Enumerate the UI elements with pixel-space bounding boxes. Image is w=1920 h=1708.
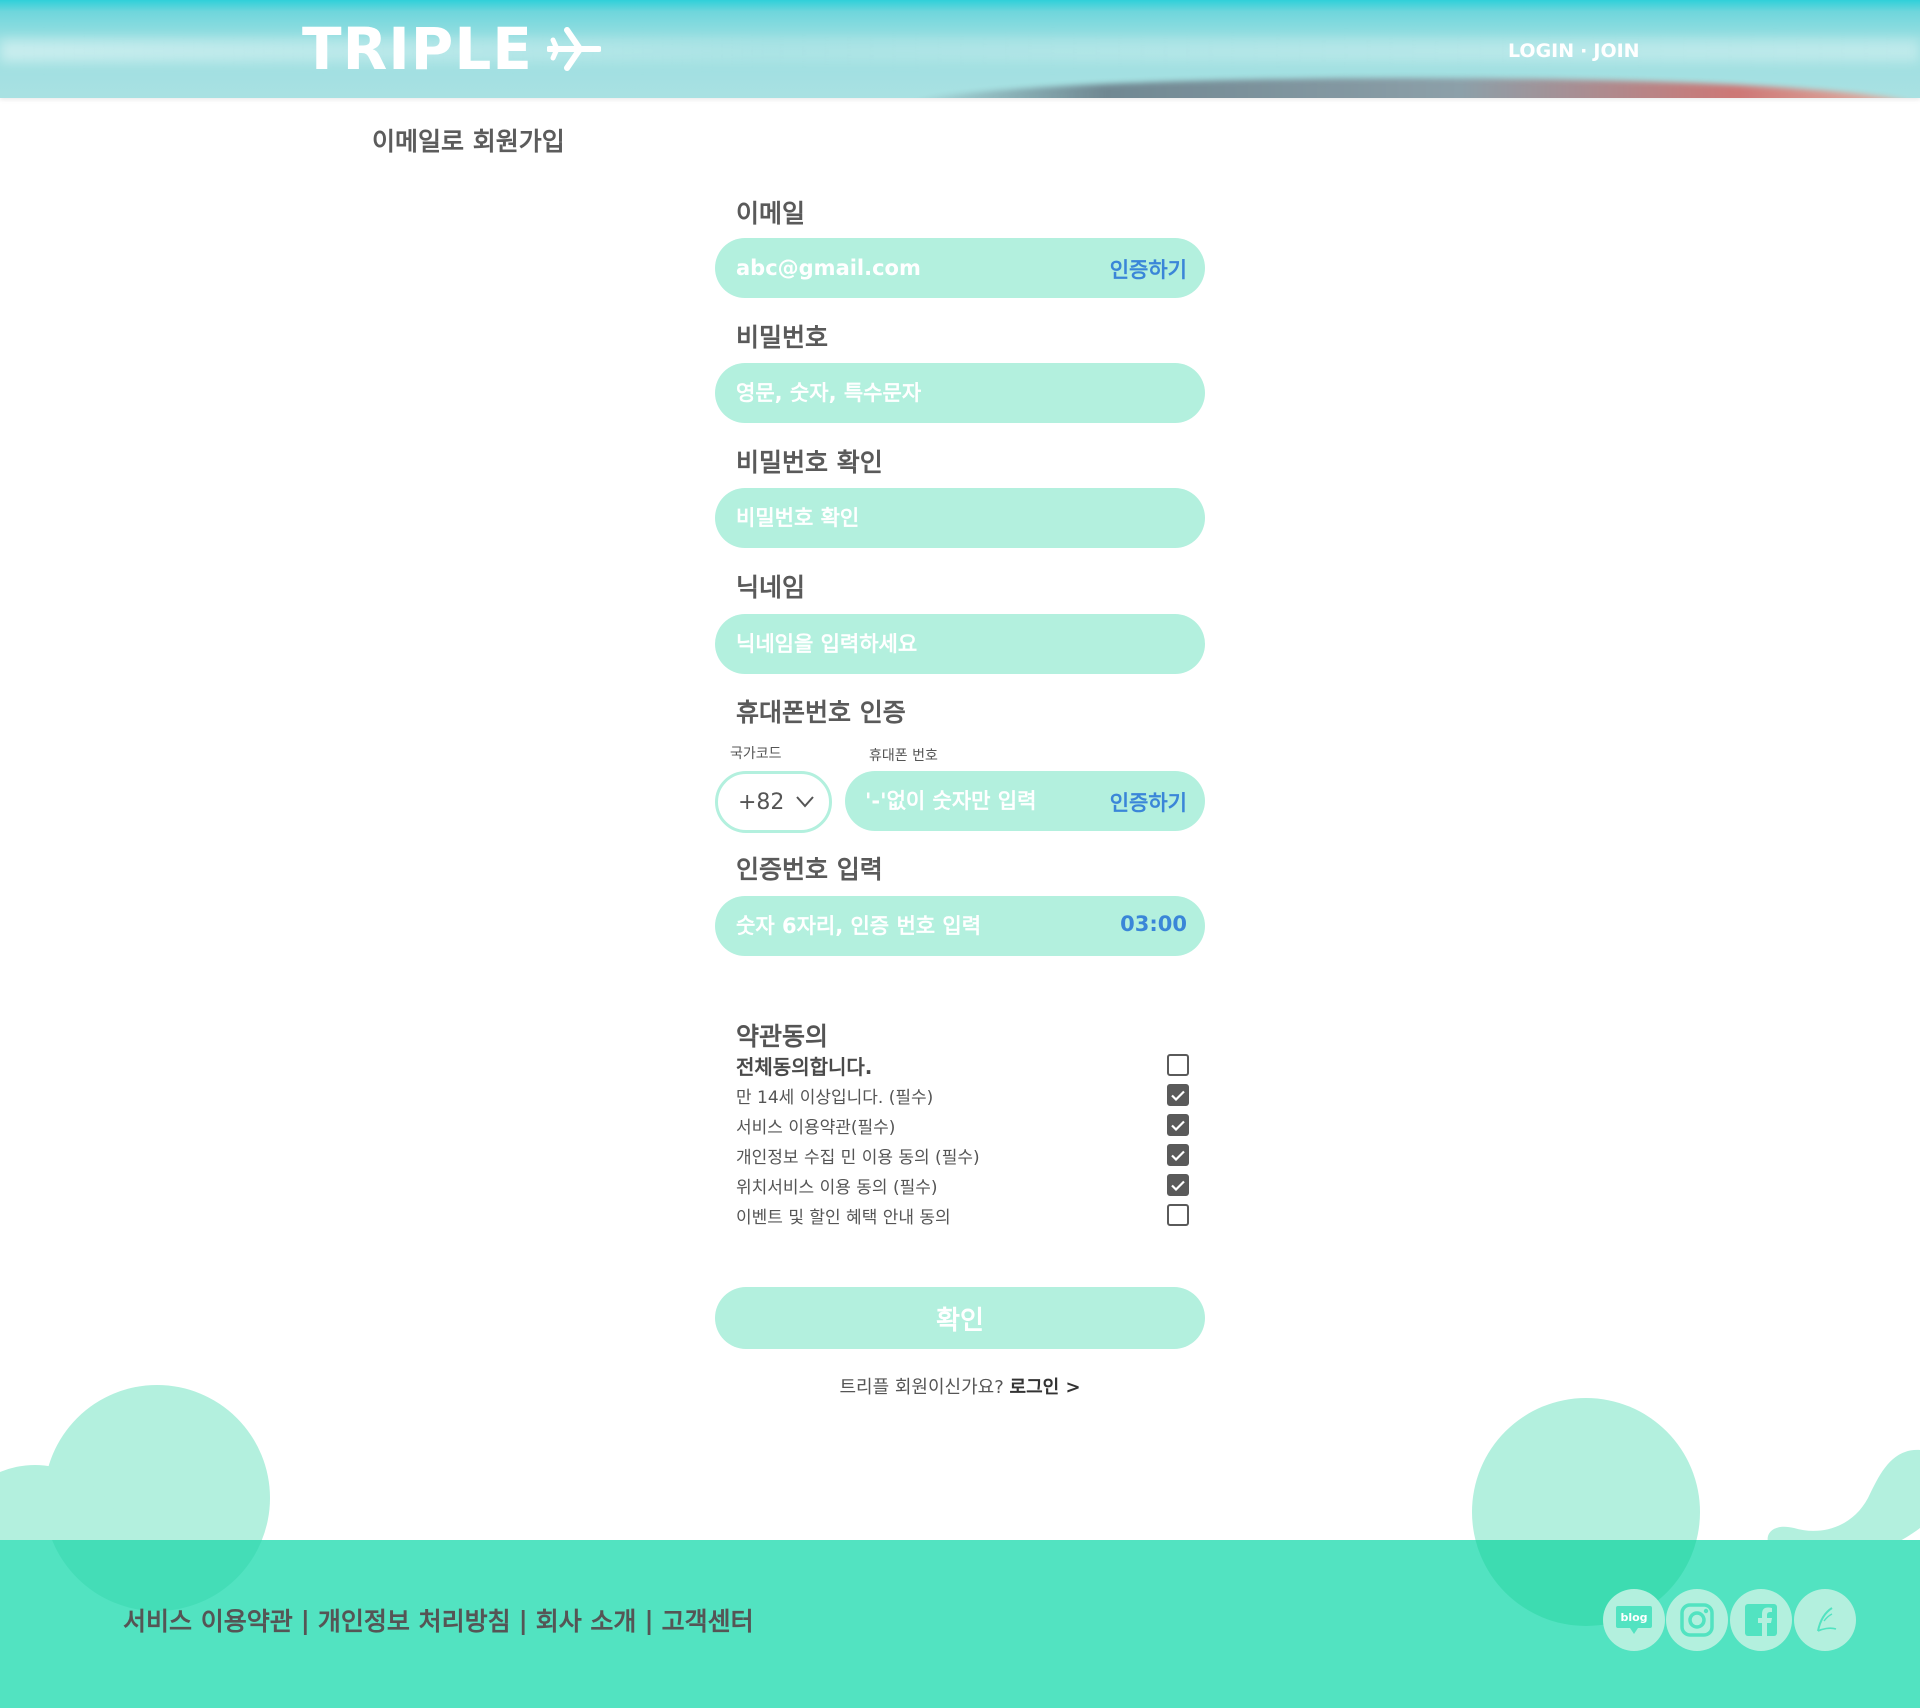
term-checkbox[interactable] [1167, 1084, 1189, 1106]
term-label: 이벤트 및 할인 혜택 안내 동의 [736, 1207, 951, 1228]
password-confirm-label: 비밀번호 확인 [736, 448, 883, 477]
login-link[interactable]: LOGIN [1508, 40, 1574, 62]
phone-number-label: 휴대폰 번호 [869, 748, 938, 764]
footer-link-about[interactable]: 회사 소개 [536, 1602, 637, 1638]
footer-separator: | [644, 1605, 654, 1635]
join-link[interactable]: JOIN [1593, 40, 1639, 62]
term-label: 전체동의합니다. [736, 1054, 873, 1079]
email-label: 이메일 [736, 199, 806, 228]
header-banner: TRIPLE LOGIN · JOIN [0, 0, 1920, 98]
term-row-privacy: 개인정보 수집 민 이용 동의 (필수) [736, 1140, 1189, 1170]
nickname-field [715, 614, 1205, 674]
verify-timer: 03:00 [1120, 912, 1187, 936]
confirm-button[interactable]: 확인 [715, 1287, 1205, 1349]
nickname-input[interactable] [736, 614, 1066, 674]
password-confirm-input[interactable] [736, 488, 1066, 548]
footer-link-terms[interactable]: 서비스 이용약관 [123, 1602, 293, 1638]
check-icon [1171, 1120, 1185, 1131]
footer-link-support[interactable]: 고객센터 [662, 1602, 754, 1638]
pen-icon [1817, 1607, 1837, 1632]
country-code-label: 국가코드 [730, 746, 782, 762]
country-code-select[interactable]: +82 [715, 771, 832, 833]
term-label: 개인정보 수집 민 이용 동의 (필수) [736, 1147, 980, 1168]
verify-code-input[interactable] [736, 896, 1066, 956]
logo-text: TRIPLE [302, 15, 533, 83]
term-label: 위치서비스 이용 동의 (필수) [736, 1177, 938, 1198]
nickname-label: 닉네임 [736, 573, 806, 602]
term-checkbox[interactable] [1167, 1174, 1189, 1196]
term-label: 서비스 이용약관(필수) [736, 1117, 896, 1138]
email-verify-button[interactable]: 인증하기 [1110, 254, 1187, 284]
facebook-button[interactable] [1730, 1589, 1792, 1651]
term-checkbox[interactable] [1167, 1204, 1189, 1226]
terms-title: 약관동의 [736, 1022, 829, 1051]
footer-separator: | [300, 1605, 310, 1635]
login-prompt: 트리플 회원이신가요? 로그인 > [715, 1373, 1205, 1399]
phone-verify-button[interactable]: 인증하기 [1110, 787, 1187, 817]
login-prompt-text: 트리플 회원이신가요? [839, 1377, 1004, 1398]
verify-code-field: 03:00 [715, 896, 1205, 956]
password-label: 비밀번호 [736, 323, 829, 352]
footer-link-privacy[interactable]: 개인정보 처리방침 [318, 1602, 511, 1638]
instagram-icon [1680, 1603, 1714, 1637]
term-row-age: 만 14세 이상입니다. (필수) [736, 1080, 1189, 1110]
chevron-down-icon [796, 796, 815, 808]
facebook-icon [1745, 1604, 1777, 1636]
password-field [715, 363, 1205, 423]
country-code-value: +82 [738, 789, 785, 815]
blog-button[interactable]: blog [1603, 1589, 1665, 1651]
term-row-location: 위치서비스 이용 동의 (필수) [736, 1170, 1189, 1200]
term-row-agree-all: 전체동의합니다. [736, 1050, 1189, 1080]
check-icon [1171, 1150, 1185, 1161]
header-horizon-decoration [900, 78, 1920, 98]
footer-links: 서비스 이용약관 | 개인정보 처리방침 | 회사 소개 | 고객센터 [123, 1602, 754, 1638]
email-field: 인증하기 [715, 238, 1205, 298]
blog-icon-label: blog [1620, 1611, 1647, 1624]
footer-separator: | [518, 1605, 528, 1635]
check-icon [1171, 1180, 1185, 1191]
verify-code-label: 인증번호 입력 [736, 855, 883, 884]
term-row-service: 서비스 이용약관(필수) [736, 1110, 1189, 1140]
term-row-event: 이벤트 및 할인 혜택 안내 동의 [736, 1200, 1189, 1230]
pen-button[interactable] [1794, 1589, 1856, 1651]
header-nav: LOGIN · JOIN [1508, 40, 1640, 62]
instagram-button[interactable] [1666, 1589, 1728, 1651]
password-confirm-field [715, 488, 1205, 548]
header-nav-separator: · [1580, 40, 1588, 62]
term-checkbox[interactable] [1167, 1144, 1189, 1166]
page-title: 이메일로 회원가입 [372, 127, 565, 156]
logo[interactable]: TRIPLE [302, 14, 601, 84]
term-checkbox[interactable] [1167, 1114, 1189, 1136]
check-icon [1171, 1090, 1185, 1101]
login-prompt-link[interactable]: 로그인 > [1010, 1377, 1081, 1398]
password-input[interactable] [736, 363, 1066, 423]
blog-icon: blog [1616, 1606, 1652, 1634]
email-input[interactable] [736, 238, 1066, 298]
phone-label: 휴대폰번호 인증 [736, 698, 906, 727]
term-label: 만 14세 이상입니다. (필수) [736, 1087, 934, 1108]
airplane-icon [546, 27, 601, 71]
phone-number-input[interactable] [865, 771, 1095, 831]
term-checkbox[interactable] [1167, 1054, 1189, 1076]
footer: 서비스 이용약관 | 개인정보 처리방침 | 회사 소개 | 고객센터 blog [0, 1540, 1920, 1708]
phone-number-field: 인증하기 [845, 771, 1205, 831]
